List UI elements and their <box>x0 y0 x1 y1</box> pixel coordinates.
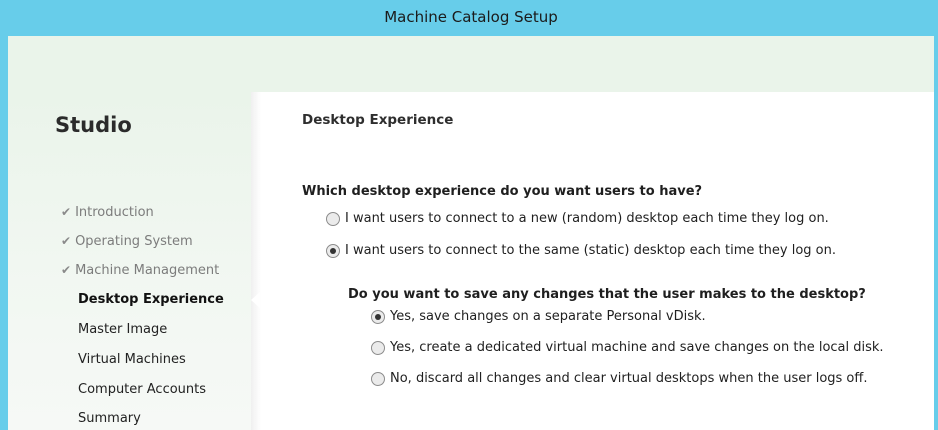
sidebar-item-label: Master Image <box>78 322 168 337</box>
sidebar <box>8 92 251 430</box>
sidebar-item-introduction[interactable]: ✔ Introduction <box>61 205 154 220</box>
sidebar-item-operating-system[interactable]: ✔ Operating System <box>61 234 193 249</box>
sidebar-item-label: Computer Accounts <box>78 382 207 397</box>
radio-button[interactable] <box>371 371 385 386</box>
sidebar-item-label: Desktop Experience <box>78 292 224 307</box>
checkmark-icon: ✔ <box>61 205 72 219</box>
section-title: Desktop Experience <box>302 112 454 128</box>
discard-changes-option[interactable]: No, discard all changes and clear virtua… <box>371 371 867 386</box>
window-titlebar: Machine Catalog Setup <box>8 0 934 36</box>
radio-button[interactable] <box>326 211 340 226</box>
sidebar-item-master-image[interactable]: Master Image <box>78 322 167 337</box>
desktop-experience-question: Which desktop experience do you want use… <box>302 184 703 199</box>
sidebar-item-label: Introduction <box>75 205 154 220</box>
sidebar-item-label: Machine Management <box>75 263 220 278</box>
option-label: Yes, create a dedicated virtual machine … <box>390 340 884 355</box>
sidebar-item-label: Virtual Machines <box>78 352 186 367</box>
personal-vdisk-option[interactable]: Yes, save changes on a separate Personal… <box>371 309 706 324</box>
window-title: Machine Catalog Setup <box>384 8 558 26</box>
random-desktop-option[interactable]: I want users to connect to a new (random… <box>326 211 829 226</box>
sidebar-item-computer-accounts[interactable]: Computer Accounts <box>78 382 206 397</box>
sidebar-item-label: Operating System <box>75 234 193 249</box>
sidebar-item-label: Summary <box>78 411 141 426</box>
sidebar-item-summary[interactable]: Summary <box>78 411 141 426</box>
dedicated-vm-option[interactable]: Yes, create a dedicated virtual machine … <box>371 340 884 355</box>
studio-title: Studio <box>55 113 132 137</box>
active-step-pointer <box>251 292 260 308</box>
machine-catalog-setup-window: Machine Catalog Setup Studio ✔ Introducti… <box>0 0 938 430</box>
save-changes-question: Do you want to save any changes that the… <box>348 287 866 302</box>
header-band <box>8 36 934 92</box>
radio-button[interactable] <box>326 243 340 258</box>
radio-button[interactable] <box>371 309 385 324</box>
option-label: Yes, save changes on a separate Personal… <box>390 309 706 324</box>
sidebar-item-desktop-experience[interactable]: Desktop Experience <box>78 292 224 307</box>
sidebar-shadow <box>251 92 261 430</box>
checkmark-icon: ✔ <box>61 263 72 277</box>
option-label: No, discard all changes and clear virtua… <box>390 371 868 386</box>
option-label: I want users to connect to a new (random… <box>345 211 829 226</box>
static-desktop-option[interactable]: I want users to connect to the same (sta… <box>326 243 836 258</box>
sidebar-item-virtual-machines[interactable]: Virtual Machines <box>78 352 186 367</box>
radio-button[interactable] <box>371 340 385 355</box>
checkmark-icon: ✔ <box>61 234 72 248</box>
sidebar-item-machine-management[interactable]: ✔ Machine Management <box>61 263 219 278</box>
option-label: I want users to connect to the same (sta… <box>345 243 836 258</box>
